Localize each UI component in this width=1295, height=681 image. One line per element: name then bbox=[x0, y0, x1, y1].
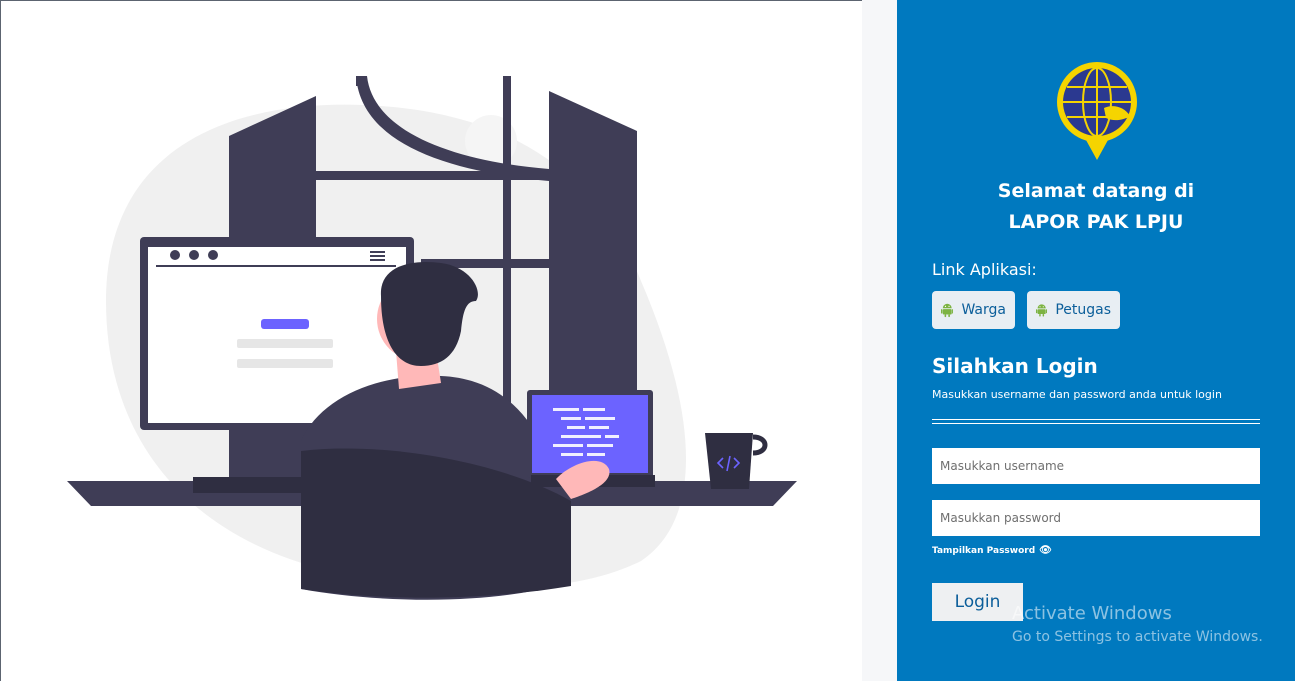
warga-app-button[interactable]: Warga bbox=[932, 291, 1015, 329]
warga-app-label: Warga bbox=[961, 302, 1006, 318]
divider bbox=[932, 419, 1260, 424]
show-password-label: Tampilkan Password bbox=[932, 545, 1036, 556]
android-icon bbox=[941, 303, 954, 318]
password-input[interactable] bbox=[932, 500, 1260, 536]
watermark-subtitle: Go to Settings to activate Windows. bbox=[1012, 629, 1263, 645]
welcome-heading: Selamat datang di LAPOR PAK LPJU bbox=[897, 176, 1295, 238]
login-button[interactable]: Login bbox=[932, 583, 1023, 621]
ministry-logo bbox=[1057, 62, 1137, 160]
login-title: Silahkan Login bbox=[932, 354, 1098, 378]
activate-windows-watermark: Activate Windows Go to Settings to activ… bbox=[1012, 603, 1263, 647]
welcome-line-1: Selamat datang di bbox=[997, 180, 1195, 202]
petugas-app-label: Petugas bbox=[1055, 302, 1111, 318]
login-subtitle: Masukkan username dan password anda untu… bbox=[932, 388, 1222, 401]
page-gutter bbox=[862, 0, 897, 681]
developer-illustration bbox=[67, 76, 797, 600]
welcome-line-2: LAPOR PAK LPJU bbox=[1008, 211, 1184, 233]
app-links-label: Link Aplikasi: bbox=[932, 260, 1037, 279]
eye-icon: 👁 bbox=[1039, 545, 1052, 556]
petugas-app-button[interactable]: Petugas bbox=[1027, 291, 1120, 329]
illustration-pane bbox=[0, 0, 862, 681]
watermark-title: Activate Windows bbox=[1012, 603, 1172, 624]
android-icon bbox=[1036, 304, 1048, 317]
show-password-toggle[interactable]: Tampilkan Password 👁 bbox=[932, 545, 1052, 556]
username-input[interactable] bbox=[932, 448, 1260, 484]
login-panel: Selamat datang di LAPOR PAK LPJU Link Ap… bbox=[897, 0, 1295, 681]
